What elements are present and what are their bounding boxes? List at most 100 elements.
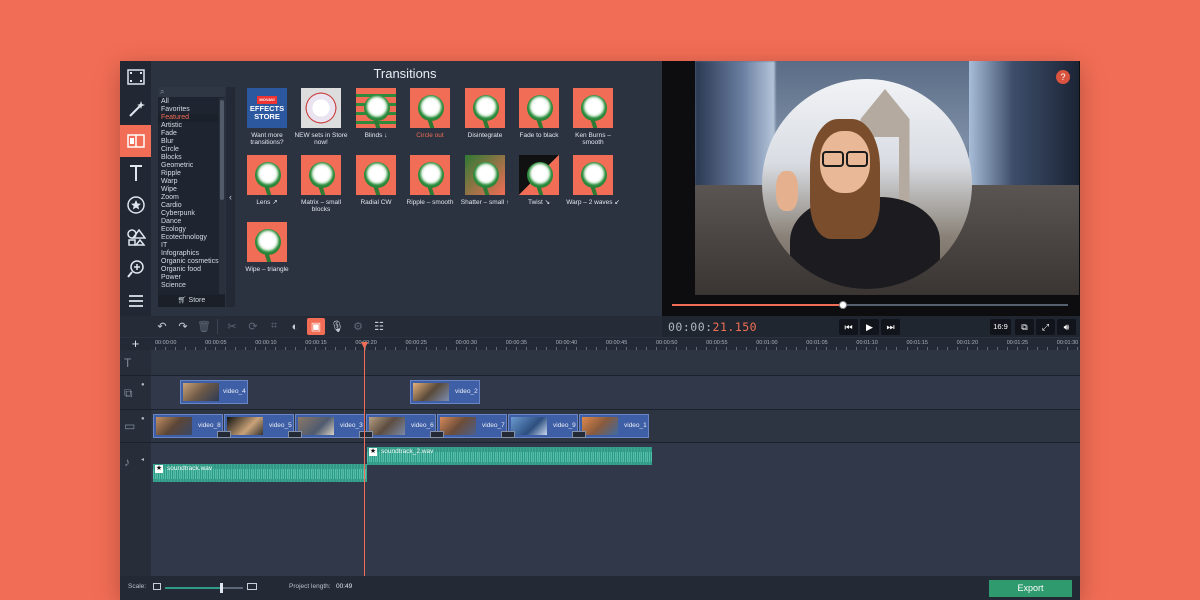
timeline-clip[interactable]: video_7 <box>437 414 507 438</box>
timeline-clip[interactable]: video_3 <box>295 414 365 438</box>
transition-marker[interactable] <box>430 431 444 438</box>
category-item[interactable]: Warp <box>158 178 218 186</box>
category-item[interactable]: Ecology <box>158 226 218 234</box>
color-adjust-icon[interactable]: ◐ <box>286 318 304 335</box>
zoom-in-icon[interactable] <box>247 583 257 590</box>
transitions-icon[interactable] <box>120 125 151 157</box>
timeline-clip[interactable]: video_8 <box>153 414 223 438</box>
timeline-clip[interactable]: video_9 <box>508 414 578 438</box>
microphone-icon[interactable]: 🎙︎ <box>328 318 346 335</box>
redo-icon[interactable]: ↷ <box>174 318 192 335</box>
magic-wand-icon[interactable] <box>120 93 151 125</box>
eye-icon[interactable]: ● <box>141 416 145 422</box>
audio-clip[interactable]: ★ soundtrack.wav <box>153 464 367 482</box>
category-item[interactable]: Infographics <box>158 250 218 258</box>
playhead[interactable] <box>364 342 365 600</box>
category-item[interactable]: Science <box>158 282 218 290</box>
scale-slider[interactable] <box>165 583 243 593</box>
category-item[interactable]: Ecotechnology <box>158 234 218 242</box>
category-item[interactable]: Featured <box>158 114 218 122</box>
category-item[interactable]: Organic cosmetics <box>158 258 219 266</box>
scale-knob[interactable] <box>220 583 224 593</box>
transition-tile[interactable]: Ripple – smooth <box>403 155 457 206</box>
transition-marker[interactable] <box>217 431 231 438</box>
titles-icon[interactable] <box>120 157 151 189</box>
category-item[interactable]: Cyberpunk <box>158 210 218 218</box>
skip-back-icon[interactable]: ⏮︎ <box>839 319 858 335</box>
category-item[interactable]: Power <box>158 274 218 282</box>
audio-track[interactable]: ★ soundtrack.wav ★ soundtrack_2.wav <box>151 443 1080 577</box>
rotate-icon[interactable]: ⟳ <box>244 318 262 335</box>
category-item[interactable]: Organic food <box>158 266 218 274</box>
speaker-icon[interactable]: ◂ <box>141 457 144 463</box>
playback-progress[interactable] <box>672 301 1068 309</box>
category-item[interactable]: Cardio <box>158 202 218 210</box>
category-item[interactable]: Zoom <box>158 194 218 202</box>
title-track[interactable] <box>151 350 1080 376</box>
category-item[interactable]: Wipe <box>158 186 218 194</box>
category-item[interactable]: Blocks <box>158 154 218 162</box>
timeline-clip[interactable]: video_1 <box>579 414 649 438</box>
timeline-clip[interactable]: video_4 <box>180 380 248 404</box>
transition-tile[interactable]: MOVAVI EFFECTS STORE Want more transitions? <box>240 88 294 146</box>
stickers-icon[interactable] <box>120 189 151 221</box>
transition-tile[interactable]: Radial CW <box>349 155 403 206</box>
timeline-clip[interactable]: video_2 <box>410 380 480 404</box>
play-icon[interactable]: ▶ <box>860 319 879 335</box>
category-item[interactable]: Circle <box>158 146 218 154</box>
add-track-button[interactable]: + <box>120 337 151 350</box>
audio-clip[interactable]: ★ soundtrack_2.wav <box>367 447 652 465</box>
zoom-pan-icon[interactable] <box>120 253 151 285</box>
collapse-categories-button[interactable]: ‹ <box>226 87 235 307</box>
category-item[interactable]: Fade <box>158 130 218 138</box>
transition-tile[interactable]: Ken Burns – smooth <box>566 88 620 146</box>
overlay-track[interactable]: video_4 video_2 <box>151 376 1080 410</box>
transition-tile[interactable]: Twist ↘ <box>512 155 566 206</box>
transition-tile[interactable]: Lens ↗ <box>240 155 294 206</box>
transition-tile[interactable]: NEW sets in Store now! <box>294 88 348 146</box>
shapes-icon[interactable] <box>120 221 151 253</box>
aspect-ratio-button[interactable]: 16:9 <box>990 319 1011 335</box>
transition-marker[interactable] <box>359 431 373 438</box>
preview-video[interactable] <box>695 61 1079 295</box>
transition-tile[interactable]: Disintegrate <box>458 88 512 139</box>
category-item[interactable]: Favorites <box>158 106 218 114</box>
detach-preview-icon[interactable]: ⧉ <box>1015 319 1034 335</box>
transition-marker[interactable] <box>501 431 515 438</box>
import-icon[interactable] <box>120 61 151 93</box>
cut-icon[interactable]: ✂ <box>223 318 241 335</box>
category-item[interactable]: IT <box>158 242 218 250</box>
category-item[interactable]: Ripple <box>158 170 218 178</box>
delete-icon[interactable]: 🗑︎ <box>195 318 213 335</box>
category-item[interactable]: Blur <box>158 138 218 146</box>
transition-tile[interactable]: Matrix – small blocks <box>294 155 348 213</box>
fullscreen-icon[interactable]: ⤢ <box>1036 319 1055 335</box>
eye-icon[interactable]: ● <box>141 382 145 388</box>
category-item[interactable]: All <box>158 98 218 106</box>
category-item[interactable]: Artistic <box>158 122 218 130</box>
transition-marker[interactable] <box>572 431 586 438</box>
zoom-out-icon[interactable] <box>153 583 161 590</box>
volume-icon[interactable]: 🔊︎ <box>1057 319 1076 335</box>
transition-marker[interactable] <box>288 431 302 438</box>
crop-icon[interactable]: ⌗ <box>265 318 283 335</box>
image-overlay-icon[interactable]: ▣ <box>307 318 325 335</box>
category-search-input[interactable]: ⌕ <box>158 87 225 97</box>
transition-tile[interactable]: Shatter – small ↑ <box>458 155 512 206</box>
skip-forward-icon[interactable]: ⏭︎ <box>881 319 900 335</box>
help-button[interactable]: ? <box>1056 70 1070 84</box>
timeline-clip[interactable]: video_6 <box>366 414 436 438</box>
undo-icon[interactable]: ↶ <box>153 318 171 335</box>
equalizer-icon[interactable]: ☷ <box>370 318 388 335</box>
timeline-clip[interactable]: video_5 <box>224 414 294 438</box>
store-button[interactable]: 🛒︎ Store <box>158 295 225 307</box>
transition-tile[interactable]: Wipe – triangle <box>240 222 294 273</box>
transition-tile[interactable]: Circle out <box>403 88 457 139</box>
export-button[interactable]: Export <box>989 580 1072 597</box>
more-tools-icon[interactable] <box>120 285 151 317</box>
category-item[interactable]: Geometric <box>158 162 218 170</box>
transition-tile[interactable]: Warp – 2 waves ↙ <box>566 155 620 206</box>
main-video-track[interactable]: video_8 video_5 video_3 video_6 video_7 video… <box>151 410 1080 443</box>
timeline-ruler[interactable]: 00:00:0000:00:0500:00:1000:00:1500:00:20… <box>151 338 1080 350</box>
transition-tile[interactable]: Fade to black <box>512 88 566 139</box>
